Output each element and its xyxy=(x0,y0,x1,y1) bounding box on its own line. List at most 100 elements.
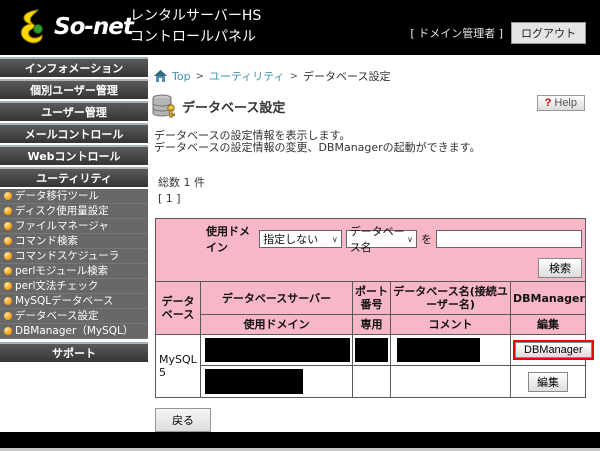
sidebar-item-label: MySQLデータベース xyxy=(15,294,114,309)
filter-row: 使用ドメイン 指定しない ∨ データベース名 ∨ を 検索 xyxy=(156,219,586,282)
column-header-dbmanager: DBManager xyxy=(511,282,586,315)
sidebar-item-command-search[interactable]: コマンド検索 xyxy=(0,234,148,249)
sidebar-item-web-control[interactable]: Webコントロール xyxy=(0,145,148,165)
comment-cell xyxy=(391,366,511,398)
edit-cell: 編集 xyxy=(511,366,586,398)
chevron-down-icon: ∨ xyxy=(332,235,338,244)
page-footer xyxy=(0,432,600,448)
sidebar-item-label: ファイルマネージャ xyxy=(15,219,109,234)
sidebar-item-label: コマンドスケジューラ xyxy=(15,249,119,264)
sidebar-item-perl-module-search[interactable]: perlモジュール検索 xyxy=(0,264,148,279)
sidebar-item-information[interactable]: インフォメーション xyxy=(0,57,148,77)
orange-dot-icon xyxy=(4,297,12,305)
dbname-cell xyxy=(391,335,511,366)
orange-dot-icon xyxy=(4,222,12,230)
search-button[interactable]: 検索 xyxy=(538,258,582,278)
sidebar: インフォメーション 個別ユーザー管理 ユーザー管理 メールコントロール Webコ… xyxy=(0,57,148,364)
domain-filter-value: 指定しない xyxy=(263,231,318,247)
orange-dot-icon xyxy=(4,192,12,200)
page-title-row: データベース設定 ? Help xyxy=(152,93,600,119)
service-title-line1: レンタルサーバーHS xyxy=(130,6,261,27)
domain-filter-select[interactable]: 指定しない ∨ xyxy=(259,230,342,248)
sidebar-item-individual-user-management[interactable]: 個別ユーザー管理 xyxy=(0,79,148,99)
field-filter-select[interactable]: データベース名 ∨ xyxy=(346,230,417,248)
control-panel-page: So-net レンタルサーバーHS コントロールパネル [ ドメイン管理者 ] … xyxy=(0,0,600,451)
utility-submenu: データ移行ツール ディスク使用量設定 ファイルマネージャ コマンド検索 コマンド… xyxy=(0,189,148,339)
field-filter-value: データベース名 xyxy=(350,223,407,255)
main-content: Top > ユーティリティ > データベース設定 データベース設定 ? Help… xyxy=(150,57,600,432)
breadcrumb-separator: > xyxy=(196,71,204,82)
column-header-database: データベース xyxy=(156,282,201,335)
sidebar-item-mail-control[interactable]: メールコントロール xyxy=(0,123,148,143)
sidebar-item-utility[interactable]: ユーティリティ xyxy=(0,167,148,187)
sidebar-item-label: コマンド検索 xyxy=(15,234,78,249)
dedicated-cell xyxy=(353,366,391,398)
logo-text: So-net xyxy=(54,14,133,40)
description-line2: データベースの設定情報の変更、DBManagerの起動ができます。 xyxy=(154,142,600,154)
column-header-edit: 編集 xyxy=(511,315,586,335)
search-keyword-input[interactable] xyxy=(436,230,582,248)
sidebar-item-command-scheduler[interactable]: コマンドスケジューラ xyxy=(0,249,148,264)
total-count: 総数 1 件 xyxy=(158,174,600,190)
sidebar-item-support[interactable]: サポート xyxy=(0,342,148,362)
question-mark-icon: ? xyxy=(545,97,552,109)
header-right: [ ドメイン管理者 ] ログアウト xyxy=(410,22,586,44)
sidebar-item-perl-syntax-check[interactable]: perl文法チェック xyxy=(0,279,148,294)
breadcrumb-separator: > xyxy=(290,71,298,82)
orange-dot-icon xyxy=(4,237,12,245)
back-button[interactable]: 戻る xyxy=(155,408,211,432)
column-header-port: ポート番号 xyxy=(353,282,391,315)
sidebar-item-label: データベース設定 xyxy=(15,309,98,324)
logout-button[interactable]: ログアウト xyxy=(511,22,586,44)
sidebar-item-database-setting[interactable]: データベース設定 xyxy=(0,309,148,324)
breadcrumb-link-top[interactable]: Top xyxy=(172,70,191,83)
db-type-cell: MySQL5 xyxy=(156,335,201,398)
sidebar-item-label: データ移行ツール xyxy=(15,189,99,204)
redacted-domain-value xyxy=(205,369,303,394)
breadcrumb-link-utility[interactable]: ユーティリティ xyxy=(209,68,285,84)
port-cell xyxy=(353,335,391,366)
database-cylinder-with-key-icon xyxy=(152,94,177,119)
page-description: データベースの設定情報を表示します。 データベースの設定情報の変更、DBMana… xyxy=(154,130,600,154)
breadcrumb-current: データベース設定 xyxy=(303,68,390,84)
column-header-dbname: データベース名(接続ユーザー名) xyxy=(391,282,511,315)
orange-dot-icon xyxy=(4,267,12,275)
database-table: 使用ドメイン 指定しない ∨ データベース名 ∨ を 検索 xyxy=(155,218,586,398)
redacted-port-value xyxy=(355,338,388,362)
column-header-comment: コメント xyxy=(391,315,511,335)
edit-button[interactable]: 編集 xyxy=(528,372,568,392)
sidebar-item-label: DBManager（MySQL） xyxy=(15,324,133,339)
dbmanager-cell: DBManager xyxy=(511,335,586,366)
pagination[interactable]: [ 1 ] xyxy=(158,192,600,205)
so-net-swoosh-icon xyxy=(14,8,50,46)
sidebar-item-disk-usage-setting[interactable]: ディスク使用量設定 xyxy=(0,204,148,219)
column-header-domain: 使用ドメイン xyxy=(201,315,353,335)
orange-dot-icon xyxy=(4,327,12,335)
service-title: レンタルサーバーHS コントロールパネル xyxy=(130,6,261,48)
sidebar-item-data-migration-tool[interactable]: データ移行ツール xyxy=(0,189,148,204)
chevron-down-icon: ∨ xyxy=(407,235,413,244)
sidebar-item-file-manager[interactable]: ファイルマネージャ xyxy=(0,219,148,234)
sidebar-item-label: perlモジュール検索 xyxy=(15,264,108,279)
orange-dot-icon xyxy=(4,312,12,320)
redacted-dbname-value xyxy=(397,338,480,362)
sidebar-item-dbmanager-mysql[interactable]: DBManager（MySQL） xyxy=(0,324,148,339)
table-row: 編集 xyxy=(156,366,586,398)
help-label: Help xyxy=(554,97,577,109)
sidebar-item-label: ディスク使用量設定 xyxy=(15,204,109,219)
redacted-server-value xyxy=(205,338,350,362)
domain-filter-label: 使用ドメイン xyxy=(206,223,255,255)
orange-dot-icon xyxy=(4,207,12,215)
dbmanager-button[interactable]: DBManager xyxy=(515,342,592,358)
help-button[interactable]: ? Help xyxy=(537,95,585,111)
orange-dot-icon xyxy=(4,252,12,260)
page-title: データベース設定 xyxy=(182,97,285,116)
domain-cell xyxy=(201,366,353,398)
sidebar-item-label: perl文法チェック xyxy=(15,279,98,294)
column-header-dedicated: 専用 xyxy=(353,315,391,335)
table-row: MySQL5 DBManager xyxy=(156,335,586,366)
sidebar-item-user-management[interactable]: ユーザー管理 xyxy=(0,101,148,121)
sidebar-item-mysql-database[interactable]: MySQLデータベース xyxy=(0,294,148,309)
column-header-server: データベースサーバー xyxy=(201,282,353,315)
so-net-logo[interactable]: So-net xyxy=(14,8,133,46)
